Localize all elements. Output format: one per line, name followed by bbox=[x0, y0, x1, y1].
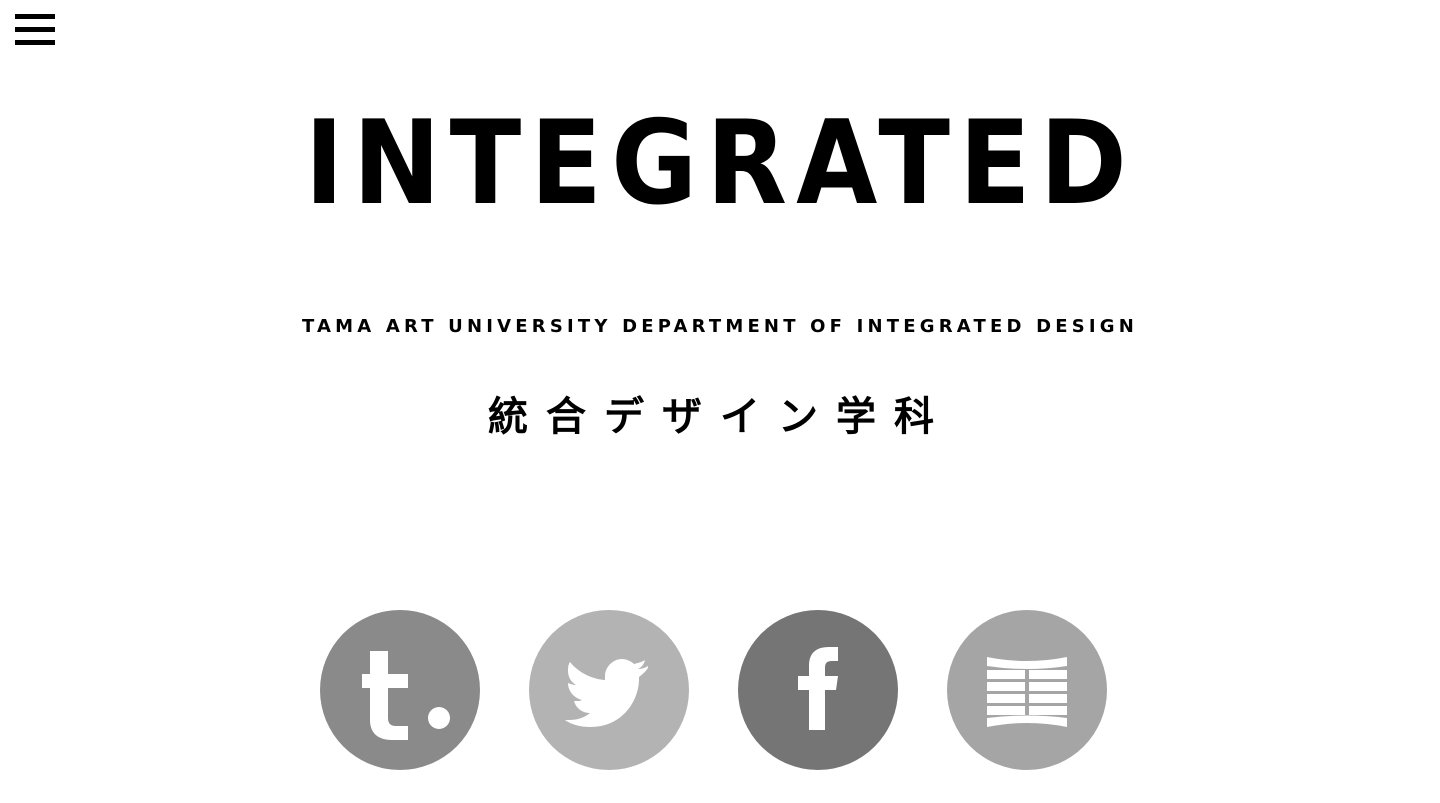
department-subtitle: TAMA ART UNIVERSITY DEPARTMENT OF INTEGR… bbox=[301, 316, 1139, 337]
tumblr-link[interactable] bbox=[320, 610, 480, 770]
twitter-link[interactable] bbox=[529, 610, 689, 770]
grid-logo-icon bbox=[987, 657, 1067, 727]
site-wordmark: INTEGRATED bbox=[304, 104, 1130, 224]
page: INTEGRATED TAMA ART UNIVERSITY DEPARTMEN… bbox=[0, 0, 1440, 803]
wordmark-text: INTEGRATED bbox=[304, 96, 1136, 231]
external-site-link[interactable] bbox=[947, 610, 1107, 770]
hamburger-menu-icon[interactable] bbox=[15, 14, 55, 46]
twitter-icon bbox=[565, 659, 648, 727]
tumblr-icon bbox=[362, 651, 450, 740]
facebook-icon bbox=[798, 647, 838, 730]
japanese-title: 統合デザイン学科 bbox=[488, 394, 952, 440]
facebook-link[interactable] bbox=[738, 610, 898, 770]
